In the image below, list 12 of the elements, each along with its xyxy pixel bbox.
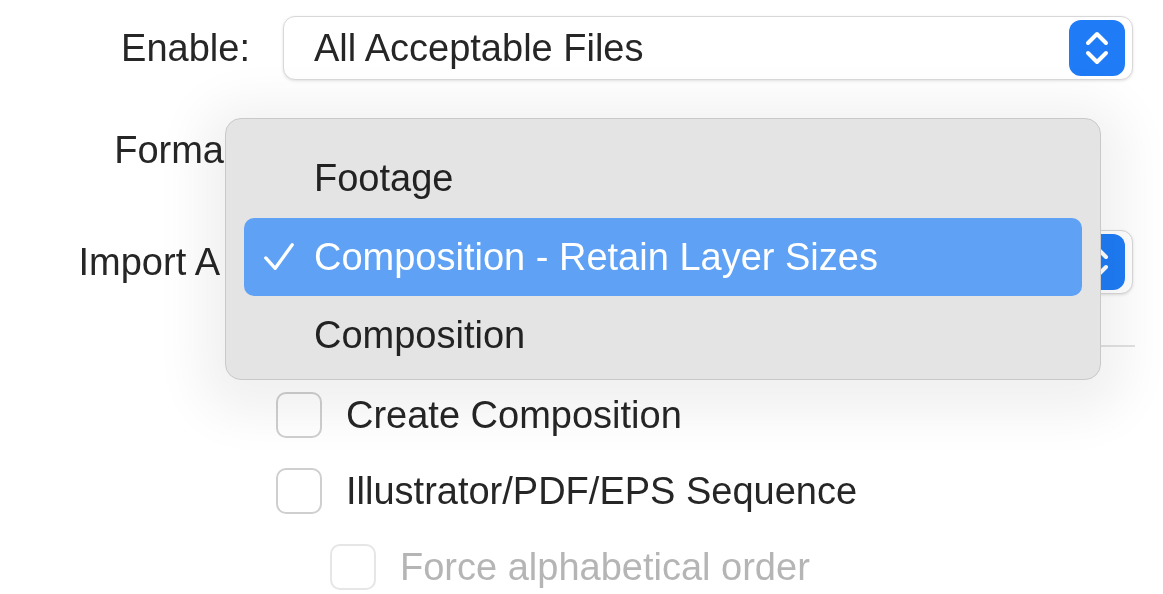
option-label: Force alphabetical order [400, 545, 810, 589]
checkbox[interactable] [276, 392, 322, 438]
field-label: Enable: [120, 26, 251, 70]
option-label: Create Composition [346, 393, 682, 437]
menu-item[interactable]: Composition [244, 296, 1082, 375]
field-label: Forma [113, 128, 225, 172]
checkbox[interactable] [276, 468, 322, 514]
field-label: Import A [77, 240, 220, 284]
file-type-dropdown[interactable]: All Acceptable Files [283, 16, 1133, 80]
option-label: Illustrator/PDF/EPS Sequence [346, 469, 858, 513]
stepper-icon [1069, 20, 1125, 76]
menu-item[interactable]: Footage [244, 139, 1082, 218]
